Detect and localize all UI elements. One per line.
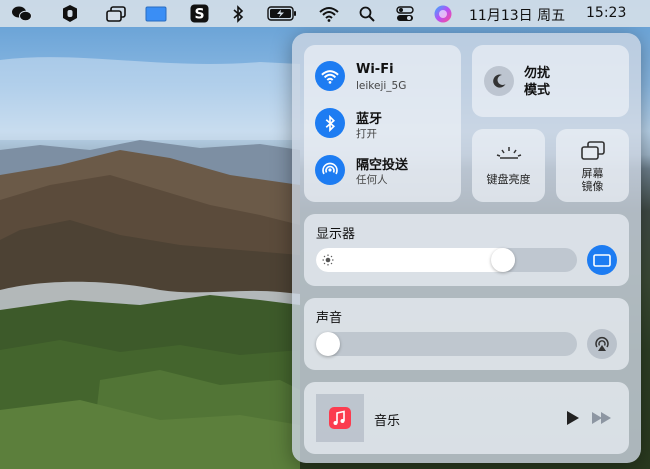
volume-slider[interactable] — [316, 332, 577, 356]
sun-icon — [322, 254, 334, 266]
volume-knob[interactable] — [316, 332, 340, 356]
screen-mirroring-icon — [581, 141, 605, 160]
wifi-icon[interactable] — [318, 4, 340, 23]
display-brightness-slider[interactable] — [316, 248, 577, 272]
s-app-icon[interactable]: S — [189, 4, 209, 23]
menu-bar: S 11月13日 周五 15:23 — [0, 0, 650, 27]
wifi-network-name: leikeji_5G — [356, 80, 407, 92]
album-art[interactable] — [316, 394, 364, 442]
siri-icon[interactable] — [433, 4, 453, 23]
airdrop-status: 任何人 — [356, 174, 388, 186]
display-tile: 显示器 — [304, 214, 629, 286]
control-center-panel: Wi-Fi leikeji_5G 蓝牙 打开 隔空投送 任何人 勿扰 模式 键盘… — [292, 33, 641, 463]
music-tile: 音乐 — [304, 382, 629, 454]
moon-icon — [493, 74, 506, 88]
screen-mirroring-label-line1: 屏幕 — [581, 167, 604, 180]
display-settings-button[interactable] — [587, 245, 617, 275]
screen-mirroring-label-line2: 镜像 — [581, 180, 604, 193]
airdrop-icon — [322, 162, 338, 175]
menubar-time[interactable]: 15:23 — [586, 5, 626, 21]
dnd-label-line1: 勿扰 — [524, 66, 551, 81]
dnd-toggle[interactable] — [484, 66, 514, 96]
music-app-icon — [329, 407, 351, 429]
dnd-label-line2: 模式 — [524, 83, 551, 98]
screen-mirroring-tile[interactable]: 屏幕 镜像 — [556, 129, 629, 202]
bluetooth-toggle[interactable] — [315, 108, 345, 138]
control-center-icon[interactable] — [395, 4, 415, 23]
menubar-date[interactable]: 11月13日 周五 — [469, 5, 565, 25]
keyboard-brightness-icon — [496, 147, 522, 159]
airdrop-toggle[interactable] — [315, 155, 345, 185]
display-title: 显示器 — [316, 227, 356, 242]
display-brightness-knob[interactable] — [491, 248, 516, 272]
display-icon[interactable] — [144, 4, 168, 23]
wechat-icon[interactable] — [10, 4, 34, 23]
wifi-toggle[interactable] — [315, 61, 345, 91]
dnd-tile[interactable]: 勿扰 模式 — [472, 45, 629, 117]
window-icon[interactable] — [105, 4, 127, 23]
play-icon[interactable] — [566, 411, 580, 425]
fast-forward-icon[interactable] — [592, 412, 612, 424]
bluetooth-title[interactable]: 蓝牙 — [356, 108, 382, 127]
shield-icon[interactable] — [60, 4, 80, 23]
keyboard-brightness-label: 键盘亮度 — [486, 173, 531, 186]
network-tile: Wi-Fi leikeji_5G 蓝牙 打开 隔空投送 任何人 — [304, 45, 461, 202]
airplay-audio-icon — [595, 337, 609, 351]
bluetooth-status: 打开 — [356, 128, 377, 140]
sound-tile: 声音 — [304, 298, 629, 370]
airdrop-title[interactable]: 隔空投送 — [356, 154, 408, 173]
bluetooth-icon — [325, 114, 336, 132]
battery-icon[interactable] — [266, 4, 298, 23]
wifi-icon — [321, 69, 339, 84]
display-brightness-fill — [316, 248, 516, 272]
bluetooth-icon[interactable] — [230, 4, 246, 23]
sound-title: 声音 — [316, 311, 343, 326]
wifi-title[interactable]: Wi-Fi — [356, 62, 394, 77]
keyboard-brightness-tile[interactable]: 键盘亮度 — [472, 129, 545, 202]
airplay-audio-button[interactable] — [587, 329, 617, 359]
music-title: 音乐 — [374, 414, 401, 429]
svg-text:S: S — [194, 7, 204, 23]
search-icon[interactable] — [358, 4, 376, 23]
monitor-icon — [593, 253, 611, 267]
